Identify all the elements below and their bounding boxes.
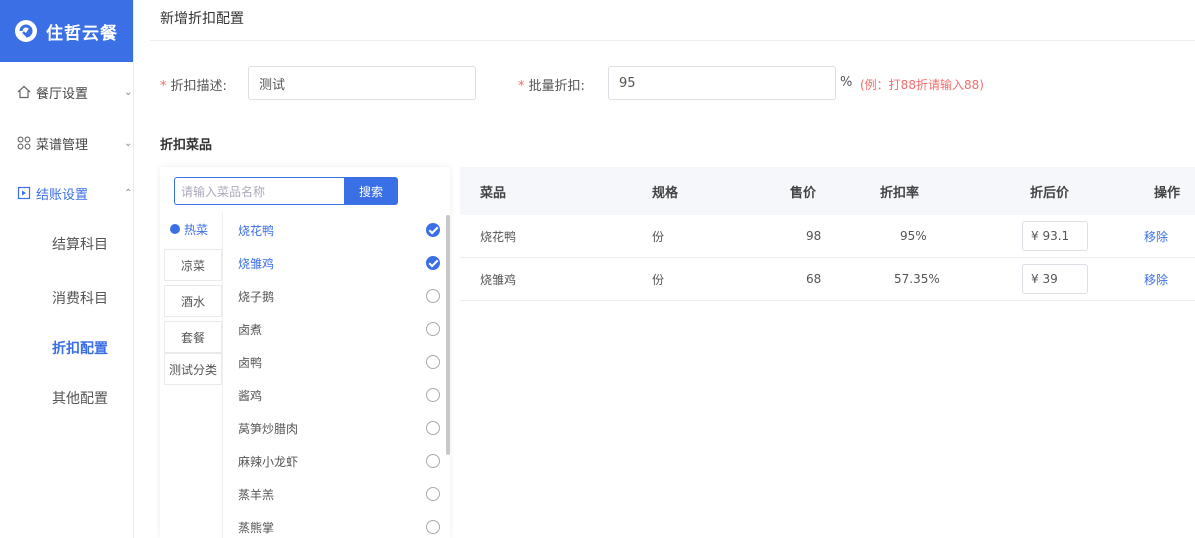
category-divider [222,212,223,538]
dish-item[interactable]: 烧雏鸡 [238,252,274,274]
sidebar-item-restaurant-settings[interactable]: 餐厅设置 ⌄ [0,77,134,107]
discount-desc-input[interactable]: 测试 [248,66,476,100]
sidebar-item-label: 结账设置 [36,187,89,203]
sidebar-subitem-consumption-subjects[interactable]: 消费科目 [0,283,134,313]
remove-link[interactable]: 移除 [1144,258,1168,300]
sidebar: 住哲云餐 餐厅设置 ⌄ 菜谱管理 ⌄ 结账设置 ⌃ 结算科目 消费科目 折扣配置… [0,0,134,538]
dish-item[interactable]: 蒸羊羔 [238,483,274,505]
column-header: 菜品 [480,185,507,201]
dish-check-icon[interactable] [426,223,440,237]
page-title: 新增折扣配置 [160,11,244,27]
required-mark: * [518,79,525,94]
dish-check-icon[interactable] [426,256,440,270]
category-label: 套餐 [180,330,205,345]
table-row: 烧花鸭 份 98 95% ¥ 93.1 移除 [460,215,1195,258]
final-price-input[interactable]: ¥ 93.1 [1022,221,1088,251]
dish-cell: 烧雏鸡 [480,272,517,287]
category-label: 凉菜 [180,258,205,273]
category-label: 测试分类 [168,362,217,377]
dish-item[interactable]: 蒸熊掌 [238,516,274,538]
category-label: 热菜 [184,222,209,237]
dish-radio-icon[interactable] [426,487,440,501]
dish-item[interactable]: 酱鸡 [238,384,262,406]
batch-discount-hint: (例：打88折请输入88) [860,78,984,92]
dish-search-placeholder: 请输入菜品名称 [181,184,266,199]
section-title-discount-dishes: 折扣菜品 [160,138,213,153]
batch-discount-input[interactable]: 95 [608,66,836,100]
dish-item[interactable]: 莴笋炒腊肉 [238,417,298,439]
dish-radio-icon[interactable] [426,454,440,468]
spec-cell: 份 [652,229,665,244]
table-header: 菜品 规格 售价 折扣率 折后价 操作 [460,167,1195,215]
sidebar-subitem-other-config[interactable]: 其他配置 [0,383,134,413]
price-cell: 98 [806,229,822,243]
brand-header: 住哲云餐 [0,0,133,62]
sidebar-item-menu-management[interactable]: 菜谱管理 ⌄ [0,128,134,158]
dish-item[interactable]: 卤鸭 [238,351,262,373]
checkout-icon [16,185,32,201]
sidebar-subitem-settlement-subjects[interactable]: 结算科目 [0,229,134,259]
category-label: 酒水 [180,294,205,309]
batch-discount-value: 95 [619,75,636,91]
dish-radio-icon[interactable] [426,520,440,534]
dish-radio-icon[interactable] [426,289,440,303]
search-button[interactable]: 搜索 [344,177,398,205]
column-header: 折扣率 [880,185,920,201]
category-tab-cold-dishes[interactable]: 凉菜 [164,249,222,281]
discount-desc-value: 测试 [259,77,286,93]
dish-item[interactable]: 卤煮 [238,318,262,340]
dish-radio-icon[interactable] [426,388,440,402]
column-header: 规格 [652,185,679,201]
column-header: 操作 [1154,185,1181,201]
sidebar-subitem-label: 结算科目 [52,237,108,253]
category-tab-test[interactable]: 测试分类 [164,353,222,385]
dish-radio-icon[interactable] [426,421,440,435]
column-header: 折后价 [1030,185,1070,201]
sidebar-subitem-discount-config[interactable]: 折扣配置 [0,333,134,363]
brand-logo-icon [15,20,37,42]
sidebar-subitem-label: 消费科目 [52,291,108,307]
category-tab-set-meals[interactable]: 套餐 [164,321,222,353]
dish-item[interactable]: 烧花鸭 [238,219,274,241]
grid-icon [16,135,32,151]
sidebar-item-checkout-settings[interactable]: 结账设置 ⌃ [0,178,134,208]
dish-item[interactable]: 烧子鹅 [238,285,274,307]
batch-discount-label: * 批量折扣: [518,75,585,94]
dish-picker-panel: 请输入菜品名称 搜索 热菜 凉菜 酒水 套餐 测试分类 烧花鸭 烧雏鸡 烧子鹅 … [160,167,450,538]
dish-item[interactable]: 麻辣小龙虾 [238,450,298,472]
final-price-input[interactable]: ¥ 39 [1022,264,1088,294]
sidebar-subitem-label: 折扣配置 [52,341,108,357]
chevron-down-icon: ⌄ [124,86,133,98]
price-cell: 68 [806,272,822,286]
sidebar-subitem-label: 其他配置 [52,391,108,407]
discount-desc-label-text: 折扣描述: [170,79,227,94]
dish-cell: 烧花鸭 [480,229,517,244]
dish-radio-icon[interactable] [426,355,440,369]
brand-name: 住哲云餐 [46,23,118,44]
dish-radio-icon[interactable] [426,322,440,336]
remove-link[interactable]: 移除 [1144,215,1168,257]
chevron-down-icon: ⌄ [124,137,133,149]
batch-discount-label-text: 批量折扣: [528,79,585,94]
discount-desc-label: * 折扣描述: [160,75,227,94]
category-tab-hot-dishes[interactable]: 热菜 [164,213,222,245]
rate-cell: 95% [900,229,927,243]
column-header: 售价 [790,185,817,201]
spec-cell: 份 [652,272,665,287]
table-row: 烧雏鸡 份 68 57.35% ¥ 39 移除 [460,258,1195,301]
dish-search-input[interactable]: 请输入菜品名称 [174,177,344,205]
percent-sign: % [840,75,853,90]
active-dot-icon [170,224,180,234]
sidebar-item-label: 菜谱管理 [36,137,89,153]
home-icon [16,84,32,100]
title-divider [150,40,1195,41]
category-tab-drinks[interactable]: 酒水 [164,285,222,317]
required-mark: * [160,79,167,94]
rate-cell: 57.35% [894,272,940,286]
sidebar-item-label: 餐厅设置 [36,86,89,102]
picker-scrollbar[interactable] [446,215,450,455]
chevron-up-icon: ⌃ [124,187,133,199]
